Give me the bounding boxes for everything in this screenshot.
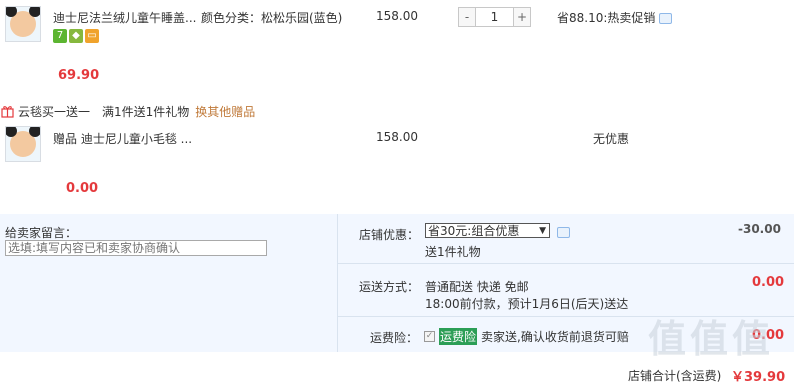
product-image (6, 7, 40, 37)
gift-promo: 无优惠 (593, 132, 630, 146)
gift-bar: 云毯买一送一 满1件送1件礼物 换其他赠品 (1, 103, 255, 120)
quantity-stepper[interactable]: - 1 + (458, 7, 531, 27)
row-divider (338, 263, 794, 264)
gift-icon (1, 106, 14, 118)
gift-rule: 满1件送1件礼物 (102, 105, 190, 119)
shipping-amount: 0.00 (752, 275, 785, 290)
discount-amount: -30.00 (738, 222, 781, 236)
gift-unit-price: 158.00 (376, 130, 418, 144)
shop-total-label: 店铺合计(含运费) (628, 369, 722, 383)
discount-gift-note: 送1件礼物 (425, 245, 481, 259)
service-badges: 7 ◆ ▭ (53, 29, 99, 43)
item-title[interactable]: 迪士尼法兰绒儿童午睡盖... (53, 9, 196, 26)
quality-guarantee-icon: ◆ (69, 29, 83, 43)
discount-select[interactable]: 省30元:组合优惠 ▼ (425, 223, 550, 238)
quantity-input[interactable]: 1 (475, 8, 514, 26)
credit-card-icon: ▭ (85, 29, 99, 43)
message-input[interactable] (5, 240, 267, 256)
decrease-button[interactable]: - (459, 8, 475, 26)
item-subtotal: 69.90 (58, 68, 100, 83)
increase-button[interactable]: + (514, 8, 530, 26)
chat-icon[interactable] (659, 13, 673, 24)
gift-thumbnail[interactable] (5, 126, 41, 162)
insurance-tag: 运费险 (439, 328, 478, 345)
item-variant: 颜色分类：松松乐园(蓝色) (201, 11, 343, 25)
gift-image (6, 127, 40, 157)
shop-total-amount: ￥39.90 (731, 370, 786, 385)
watermark-logo: 值值值 (648, 317, 775, 361)
dropdown-arrow-icon: ▼ (539, 226, 546, 236)
insurance-option: ✓ 运费险 卖家送,确认收货前退货可赔 (424, 328, 629, 345)
chat-icon[interactable] (557, 227, 570, 238)
gift-subtotal: 0.00 (66, 181, 99, 196)
change-gift-link[interactable]: 换其他赠品 (195, 103, 255, 120)
shop-discount-label: 店铺优惠： (359, 228, 420, 242)
gift-promo-label: 云毯买一送一 (18, 105, 91, 119)
unit-price: 158.00 (376, 9, 418, 23)
gift-title[interactable]: 赠品 迪士尼儿童小毛毯 ... (53, 130, 192, 147)
promo-text: 省88.10:热卖促销 (557, 11, 656, 25)
message-label: 给卖家留言： (5, 226, 78, 240)
shipping-method: 普通配送 快递 免邮 (425, 280, 529, 294)
item-promo: 省88.10:热卖促销 (557, 9, 673, 26)
seven-day-return-icon: 7 (53, 29, 67, 43)
insurance-checkbox[interactable]: ✓ (424, 331, 435, 342)
shipping-eta: 18:00前付款，预计1月6日(后天)送达 (425, 297, 629, 311)
insurance-desc: 卖家送,确认收货前退货可赔 (481, 330, 629, 344)
discount-selected: 省30元:组合优惠 (428, 224, 520, 238)
insurance-label: 运费险： (370, 331, 419, 345)
panel-divider (337, 214, 338, 352)
product-thumbnail[interactable] (5, 6, 41, 42)
shipping-label: 运送方式： (359, 280, 420, 294)
